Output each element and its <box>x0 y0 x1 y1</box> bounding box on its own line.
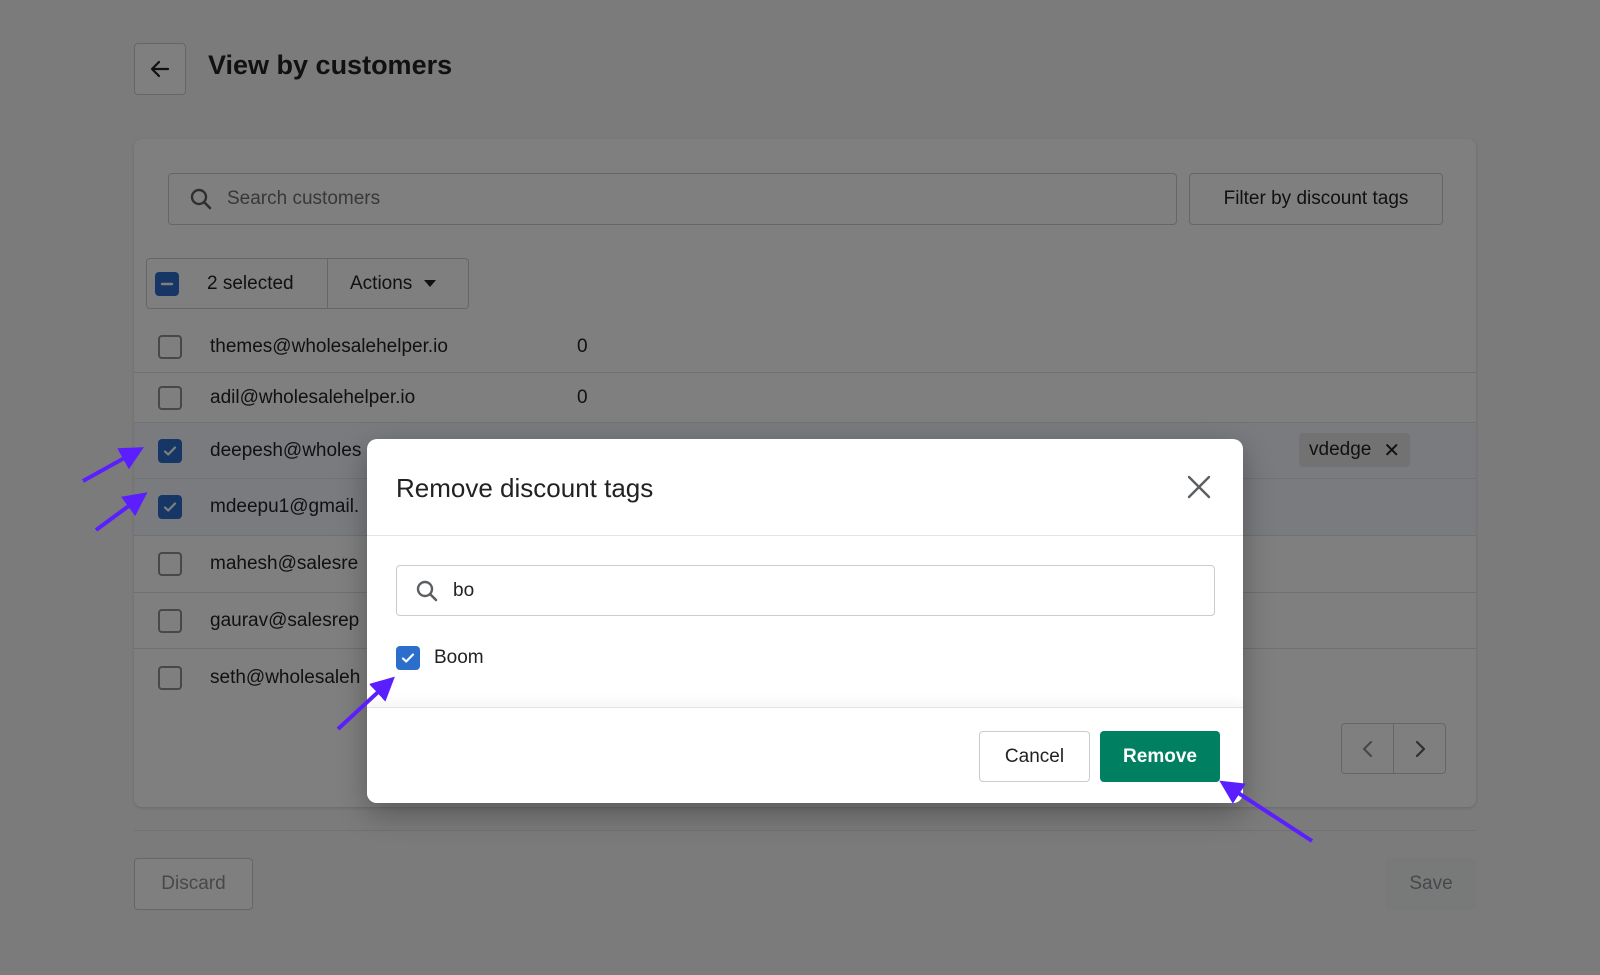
close-button[interactable] <box>1184 472 1214 502</box>
tag-option-checkbox[interactable] <box>396 646 420 670</box>
remove-discount-tags-modal: Remove discount tags bo Boom Cancel Remo… <box>367 439 1243 803</box>
close-icon <box>1187 475 1211 499</box>
search-icon <box>416 580 438 601</box>
modal-footer: Cancel Remove <box>367 707 1243 803</box>
modal-title: Remove discount tags <box>396 473 654 503</box>
checkmark-icon <box>401 653 415 663</box>
tag-option-label: Boom <box>434 647 484 668</box>
cancel-button[interactable]: Cancel <box>979 731 1090 782</box>
tag-option[interactable]: Boom <box>396 646 484 670</box>
remove-button[interactable]: Remove <box>1100 731 1220 782</box>
tag-search-value: bo <box>453 579 475 601</box>
tag-search-input[interactable]: bo <box>396 565 1215 616</box>
modal-header: Remove discount tags <box>367 439 1243 536</box>
